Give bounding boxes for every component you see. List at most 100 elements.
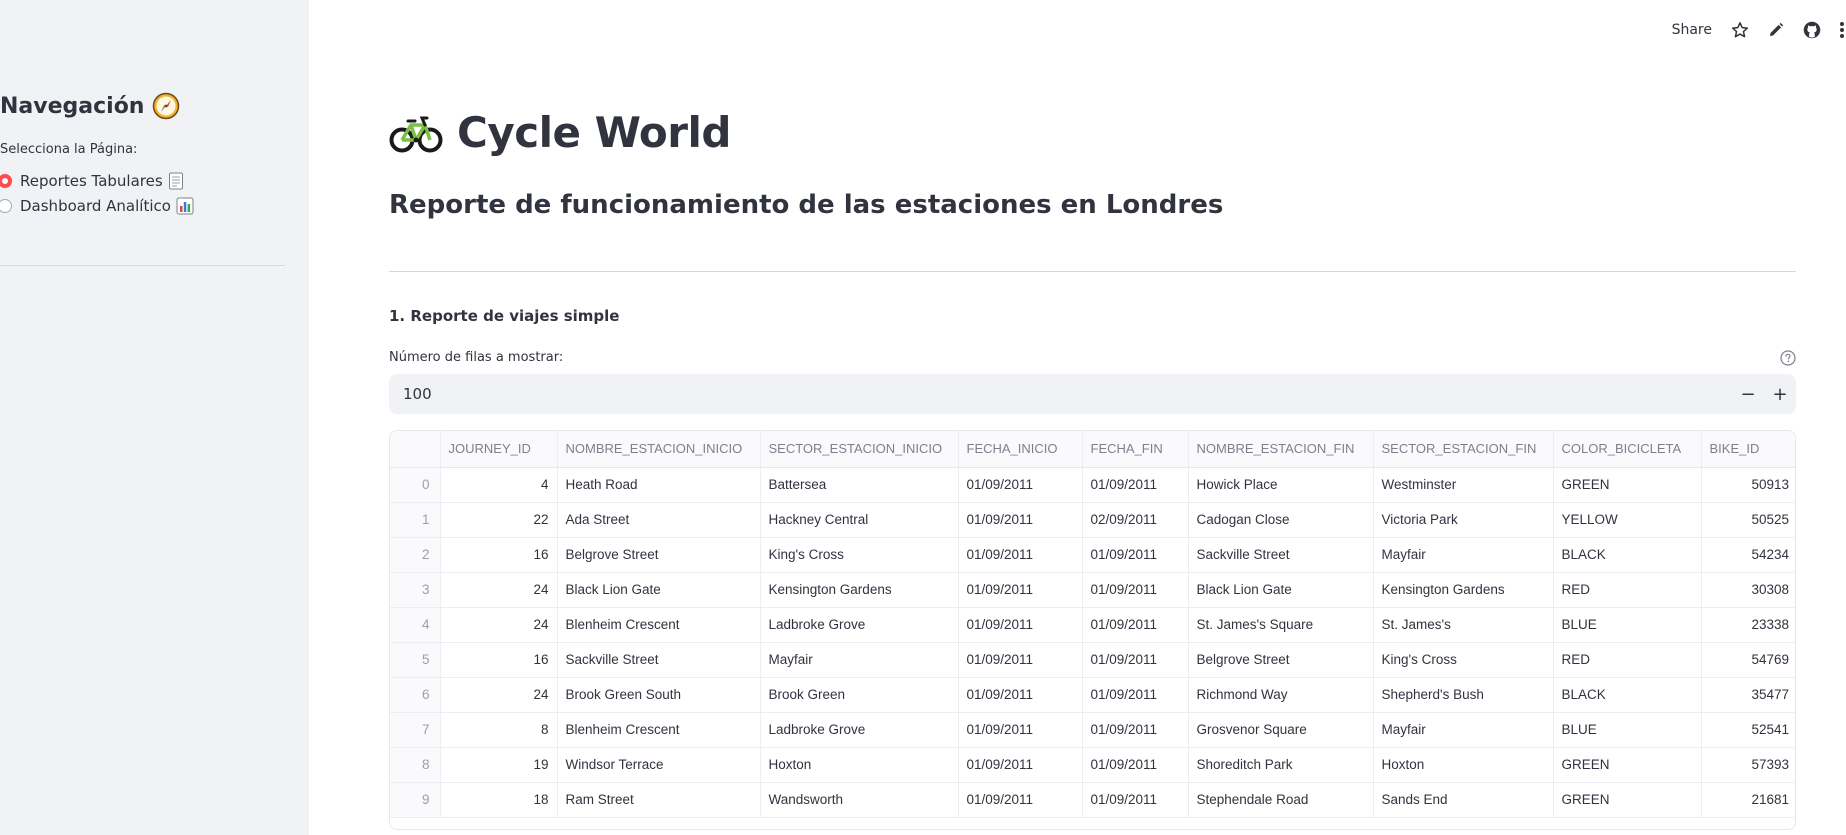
table-cell[interactable]: RED: [1553, 642, 1702, 678]
table-cell[interactable]: Hoxton: [760, 747, 959, 783]
table-cell[interactable]: St. James's Square: [1188, 607, 1374, 643]
table-cell[interactable]: GREEN: [1553, 467, 1702, 503]
radio-option-dashboard[interactable]: Dashboard Analítico: [0, 193, 194, 218]
table-cell[interactable]: 54234: [1701, 537, 1795, 573]
rows-number-value[interactable]: 100: [389, 385, 1732, 403]
table-cell[interactable]: 24: [440, 607, 558, 643]
table-cell[interactable]: 16: [440, 642, 558, 678]
table-cell[interactable]: Shepherd's Bush: [1373, 677, 1554, 713]
table-cell[interactable]: Battersea: [760, 467, 959, 503]
table-cell[interactable]: 01/09/2011: [958, 712, 1083, 748]
table-cell[interactable]: 01/09/2011: [958, 537, 1083, 573]
table-cell[interactable]: Brook Green South: [557, 677, 761, 713]
table-cell[interactable]: Ada Street: [557, 502, 761, 538]
table-cell[interactable]: Ladbroke Grove: [760, 712, 959, 748]
table-cell[interactable]: GREEN: [1553, 747, 1702, 783]
table-cell[interactable]: Heath Road: [557, 467, 761, 503]
table-row[interactable]: 7 8 Blenheim Crescent Ladbroke Grove 01/09/2…: [390, 712, 1795, 748]
table-cell[interactable]: King's Cross: [760, 537, 959, 573]
table-cell[interactable]: Mayfair: [1373, 712, 1554, 748]
table-cell[interactable]: Hackney Central: [760, 502, 959, 538]
table-cell[interactable]: Black Lion Gate: [557, 572, 761, 608]
table-cell[interactable]: RED: [1553, 572, 1702, 608]
table-cell[interactable]: Blenheim Crescent: [557, 712, 761, 748]
table-cell[interactable]: 35477: [1701, 677, 1795, 713]
table-cell[interactable]: 01/09/2011: [1082, 712, 1189, 748]
column-header[interactable]: FECHA_FIN: [1082, 431, 1189, 468]
table-cell[interactable]: 01/09/2011: [1082, 677, 1189, 713]
more-vertical-icon[interactable]: [1838, 20, 1846, 40]
column-header[interactable]: SECTOR_ESTACION_FIN: [1373, 431, 1554, 468]
radio-button-selected[interactable]: [0, 173, 12, 188]
table-cell[interactable]: Windsor Terrace: [557, 747, 761, 783]
data-table[interactable]: JOURNEY_ID NOMBRE_ESTACION_INICIO SECTOR…: [389, 430, 1796, 830]
table-cell[interactable]: Sackville Street: [557, 642, 761, 678]
table-cell[interactable]: Mayfair: [760, 642, 959, 678]
table-cell[interactable]: 23338: [1701, 607, 1795, 643]
table-row[interactable]: 9 18 Ram Street Wandsworth 01/09/2011 01/09/2…: [390, 782, 1795, 818]
table-cell[interactable]: 50525: [1701, 502, 1795, 538]
column-header[interactable]: SECTOR_ESTACION_INICIO: [760, 431, 959, 468]
table-cell[interactable]: 54769: [1701, 642, 1795, 678]
table-cell[interactable]: 01/09/2011: [1082, 467, 1189, 503]
help-icon[interactable]: [1780, 350, 1796, 366]
table-cell[interactable]: Westminster: [1373, 467, 1554, 503]
table-cell[interactable]: Cadogan Close: [1188, 502, 1374, 538]
table-row[interactable]: 0 4 Heath Road Battersea 01/09/2011 01/09/201…: [390, 467, 1795, 503]
table-cell[interactable]: Ram Street: [557, 782, 761, 818]
table-cell[interactable]: 02/09/2011: [1082, 502, 1189, 538]
table-cell[interactable]: BLACK: [1553, 677, 1702, 713]
column-header[interactable]: FECHA_INICIO: [958, 431, 1083, 468]
table-row[interactable]: 4 24 Blenheim Crescent Ladbroke Grove 01/09/…: [390, 607, 1795, 643]
table-cell[interactable]: Shoreditch Park: [1188, 747, 1374, 783]
table-cell[interactable]: 01/09/2011: [958, 747, 1083, 783]
table-cell[interactable]: Wandsworth: [760, 782, 959, 818]
table-cell[interactable]: 52541: [1701, 712, 1795, 748]
table-cell[interactable]: 16: [440, 537, 558, 573]
table-cell[interactable]: 01/09/2011: [1082, 537, 1189, 573]
table-cell[interactable]: BLACK: [1553, 537, 1702, 573]
table-cell[interactable]: 01/09/2011: [958, 502, 1083, 538]
table-cell[interactable]: Brook Green: [760, 677, 959, 713]
table-cell[interactable]: 24: [440, 572, 558, 608]
table-row[interactable]: 3 24 Black Lion Gate Kensington Gardens 01/0…: [390, 572, 1795, 608]
table-cell[interactable]: 24: [440, 677, 558, 713]
table-cell[interactable]: 19: [440, 747, 558, 783]
table-cell[interactable]: St. James's: [1373, 607, 1554, 643]
table-cell[interactable]: 50913: [1701, 467, 1795, 503]
table-cell[interactable]: Ladbroke Grove: [760, 607, 959, 643]
table-cell[interactable]: Black Lion Gate: [1188, 572, 1374, 608]
table-cell[interactable]: King's Cross: [1373, 642, 1554, 678]
table-row[interactable]: 5 16 Sackville Street Mayfair 01/09/2011 01/0…: [390, 642, 1795, 678]
table-cell[interactable]: 01/09/2011: [1082, 572, 1189, 608]
table-cell[interactable]: 01/09/2011: [958, 642, 1083, 678]
column-header[interactable]: BIKE_ID: [1701, 431, 1795, 468]
column-header[interactable]: JOURNEY_ID: [440, 431, 558, 468]
table-cell[interactable]: Kensington Gardens: [760, 572, 959, 608]
table-cell[interactable]: 01/09/2011: [958, 677, 1083, 713]
table-cell[interactable]: Belgrove Street: [557, 537, 761, 573]
table-cell[interactable]: 01/09/2011: [958, 607, 1083, 643]
table-cell[interactable]: Sackville Street: [1188, 537, 1374, 573]
table-cell[interactable]: 01/09/2011: [958, 782, 1083, 818]
radio-option-reportes[interactable]: Reportes Tabulares: [0, 168, 194, 193]
table-cell[interactable]: 4: [440, 467, 558, 503]
table-cell[interactable]: Hoxton: [1373, 747, 1554, 783]
table-cell[interactable]: 8: [440, 712, 558, 748]
table-cell[interactable]: BLUE: [1553, 607, 1702, 643]
github-icon[interactable]: [1802, 20, 1822, 40]
table-cell[interactable]: 18: [440, 782, 558, 818]
table-cell[interactable]: 01/09/2011: [958, 572, 1083, 608]
rows-number-input[interactable]: 100 − +: [389, 374, 1796, 414]
table-cell[interactable]: 22: [440, 502, 558, 538]
table-cell[interactable]: Grosvenor Square: [1188, 712, 1374, 748]
table-cell[interactable]: 01/09/2011: [1082, 782, 1189, 818]
table-cell[interactable]: 01/09/2011: [958, 467, 1083, 503]
table-cell[interactable]: Stephendale Road: [1188, 782, 1374, 818]
table-cell[interactable]: 21681: [1701, 782, 1795, 818]
table-cell[interactable]: Kensington Gardens: [1373, 572, 1554, 608]
table-cell[interactable]: Howick Place: [1188, 467, 1374, 503]
column-header[interactable]: NOMBRE_ESTACION_INICIO: [557, 431, 761, 468]
table-cell[interactable]: GREEN: [1553, 782, 1702, 818]
table-cell[interactable]: YELLOW: [1553, 502, 1702, 538]
